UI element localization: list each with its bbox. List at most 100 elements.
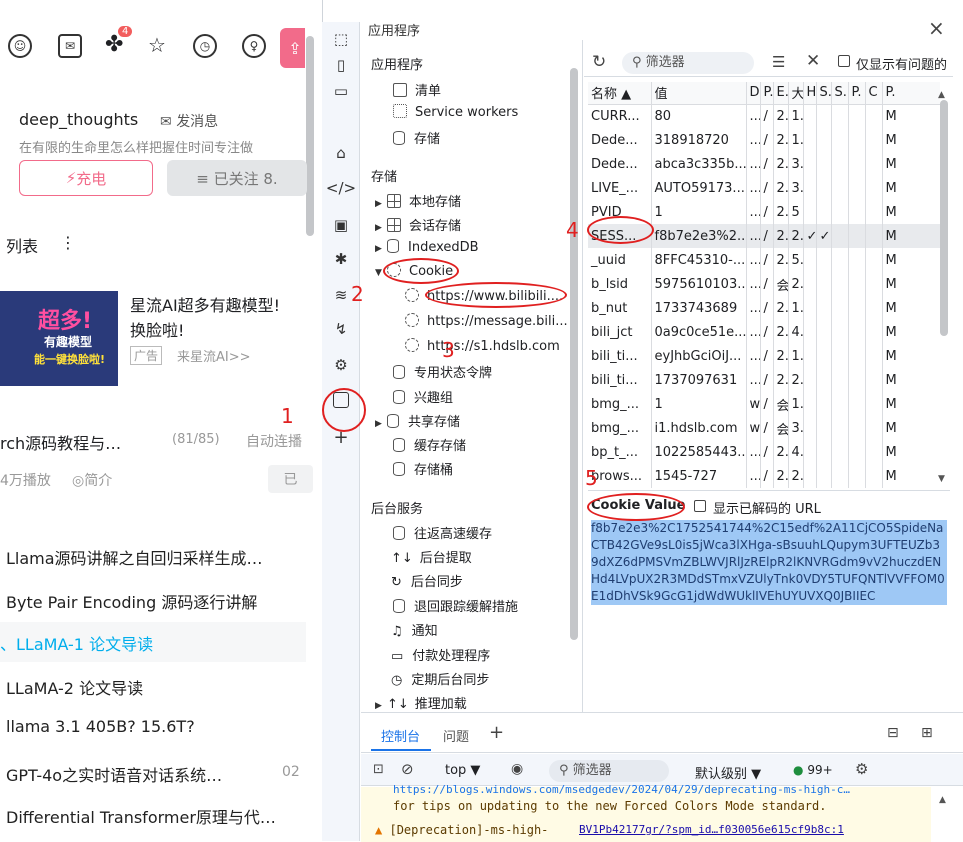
tree-item-notifications[interactable]: ♫ 通知 — [391, 620, 438, 639]
page-scrollbar[interactable] — [306, 36, 314, 236]
console-settings-icon[interactable]: ⚙ — [855, 760, 868, 778]
playlist-item[interactable]: Byte Pair Encoding 源码逐行讲解 — [6, 589, 257, 613]
ad-title-2[interactable]: 换脸啦! — [130, 317, 184, 341]
series-title[interactable]: rch源码教程与… — [0, 430, 121, 454]
clear-all-icon[interactable]: ☰ — [772, 53, 785, 71]
console-link[interactable]: https://blogs.windows.com/msedgedev/2024… — [393, 783, 931, 796]
dock-icon[interactable]: ⊟ — [887, 725, 899, 741]
tree-item-service-workers[interactable]: Service workers — [393, 104, 518, 120]
col-header[interactable]: P. — [882, 82, 940, 105]
table-row[interactable]: Dede...abca3c335b......./2..3.. M — [588, 152, 940, 176]
tree-item-manifest[interactable]: 清单 — [393, 80, 441, 99]
close-icon[interactable]: × — [928, 16, 945, 40]
delete-selected-icon[interactable]: ✕ — [806, 51, 820, 71]
show-decoded-checkbox[interactable] — [694, 500, 706, 512]
col-header[interactable]: P. — [848, 82, 866, 105]
table-row[interactable]: bili_ti...eyJhbGciOiJ......./2..1.. M — [588, 344, 940, 368]
console-scroll-up-icon[interactable]: ▲ — [939, 795, 946, 805]
star-icon[interactable]: ☆ — [148, 33, 166, 57]
series-intro[interactable]: ◎简介 — [72, 470, 112, 490]
tree-item-session-storage[interactable]: ▶ 会话存储 — [375, 215, 461, 234]
tree-item-storage[interactable]: 存储 — [393, 128, 440, 147]
series-action-button[interactable]: 已 — [268, 465, 313, 493]
window-icon[interactable]: ▭ — [330, 80, 352, 102]
emoji-icon[interactable]: ☺ — [8, 34, 32, 58]
tree-item-bounce-tracking[interactable]: 退回跟踪缓解措施 — [393, 596, 518, 615]
eye-icon[interactable]: ◉ — [511, 761, 523, 777]
user-name[interactable]: deep_thoughts — [19, 110, 138, 129]
table-row[interactable]: b_lsid5975610103......./会2.. M — [588, 272, 940, 296]
table-scrollbar[interactable] — [940, 100, 948, 336]
tree-item-shared-storage[interactable]: ▶ 共享存储 — [375, 411, 460, 430]
col-header[interactable]: S. — [816, 82, 832, 105]
tree-item-indexeddb[interactable]: ▶ IndexedDB — [375, 239, 479, 255]
expand-drawer-icon[interactable]: ⊞ — [921, 725, 933, 741]
mail-icon[interactable]: ✉ — [58, 34, 82, 58]
col-header[interactable]: S. — [831, 82, 849, 105]
playlist-item[interactable]: Differential Transformer原理与代… — [6, 804, 276, 828]
followed-button[interactable]: ≡ 已关注 8. — [167, 160, 307, 196]
console-icon[interactable]: ▣ — [330, 214, 352, 236]
tree-item-speculative[interactable]: ▶ ↑↓ 推理加载 — [375, 693, 467, 712]
message-link[interactable]: ✉ 发消息 — [160, 111, 218, 131]
memory-icon[interactable]: ⚙ — [330, 354, 352, 376]
table-row[interactable]: CURR...80..../2..1.. M — [588, 104, 940, 128]
ad-title-1[interactable]: 星流AI超多有趣模型! — [130, 292, 280, 316]
scroll-down-icon[interactable]: ▼ — [938, 474, 945, 484]
console-filter-input[interactable]: ⚲ 筛选器 — [549, 760, 669, 782]
cookie-filter-input[interactable]: ⚲ 筛选器 — [622, 52, 754, 74]
col-header[interactable]: 值 — [651, 82, 747, 105]
device-icon[interactable]: ▯ — [330, 54, 352, 76]
home-icon[interactable]: ⌂ — [330, 142, 352, 164]
col-header[interactable]: 大 — [788, 82, 804, 105]
tab-issues[interactable]: 问题 — [443, 726, 469, 745]
table-row[interactable]: LIVE_...AUTO59173......./2..3.. M — [588, 176, 940, 200]
tree-item-bfcache[interactable]: 往返高速缓存 — [393, 523, 492, 542]
tree-item-storage-buckets[interactable]: 存储桶 — [393, 459, 453, 478]
message-count-badge[interactable]: ● 99+ — [793, 763, 833, 777]
playlist-item-active[interactable]: 、LLaMA-1 论文导读 — [0, 631, 153, 655]
tree-item-cookie-url[interactable]: https://s1.hdslb.com — [405, 338, 560, 354]
tree-item-private-state[interactable]: 专用状态令牌 — [393, 362, 492, 381]
table-row[interactable]: bmg_...i1.hdslb.comw./会3.. M — [588, 416, 940, 440]
tree-item-bg-sync[interactable]: ↻ 后台同步 — [391, 571, 463, 590]
col-header-name[interactable]: 名称 ▲ — [588, 82, 652, 105]
table-row[interactable]: brows...1545-727..../2..2..M — [588, 464, 940, 488]
network-icon[interactable]: ≋ — [330, 284, 352, 306]
col-header[interactable]: C — [865, 82, 883, 105]
table-row[interactable]: _uuid8FFC45310-......./2..5.. M — [588, 248, 940, 272]
ad-source[interactable]: 来星流AI>> — [177, 346, 251, 365]
table-row[interactable]: bili_jct0a9c0ce51e......./2..4.. M — [588, 320, 940, 344]
source-link[interactable]: BV1Pb42177gr/?spm_id…f030056e615cf9b8c:1 — [579, 823, 844, 836]
playlist-item[interactable]: llama 3.1 405B? 15.6T? — [6, 717, 195, 736]
add-tab-icon[interactable]: + — [489, 722, 504, 743]
table-row[interactable]: b_nut1733743689..../2..1.. M — [588, 296, 940, 320]
charge-button[interactable]: ⚡ 充电 — [19, 160, 153, 196]
table-row[interactable]: bmg_...1w./会1.. M — [588, 392, 940, 416]
sidebar-toggle-icon[interactable]: ⊡ — [373, 762, 384, 777]
refresh-icon[interactable]: ↻ — [592, 52, 606, 72]
playlist-item[interactable]: GPT-4o之实时语音对话系统… — [6, 762, 222, 786]
context-select[interactable]: top ▼ — [445, 763, 480, 778]
tree-item-payment[interactable]: ▭ 付款处理程序 — [391, 645, 490, 664]
tree-scrollbar[interactable] — [570, 68, 578, 640]
ad-thumbnail[interactable]: 超多! 有趣模型 能一键换脸啦! — [0, 291, 118, 386]
table-row[interactable]: bili_ti...1737097631..../2..2..M — [588, 368, 940, 392]
list-more-icon[interactable]: ⋮ — [60, 233, 76, 252]
performance-icon[interactable]: ↯ — [330, 318, 352, 340]
col-header[interactable]: P. — [760, 82, 774, 105]
clear-console-icon[interactable]: ⊘ — [401, 760, 414, 778]
autoplay-toggle[interactable]: 自动连播 — [246, 431, 302, 451]
clock-icon[interactable]: ◷ — [193, 34, 217, 58]
col-header[interactable]: E. — [773, 82, 789, 105]
inspect-icon[interactable]: ⬚ — [330, 28, 352, 50]
bug-icon[interactable]: ✱ — [330, 248, 352, 270]
table-row[interactable]: Dede...318918720..../2..1.. M — [588, 128, 940, 152]
table-row[interactable]: bp_t_...1022585443......./2..4.. M — [588, 440, 940, 464]
tree-item-local-storage[interactable]: ▶ 本地存储 — [375, 191, 461, 210]
playlist-item[interactable]: Llama源码讲解之自回归采样生成… — [6, 545, 263, 569]
only-issues-checkbox[interactable] — [838, 55, 850, 67]
elements-icon[interactable]: </> — [326, 177, 356, 199]
tree-item-cookie-url[interactable]: https://message.bili... — [405, 313, 568, 329]
col-header[interactable]: H — [803, 82, 817, 105]
